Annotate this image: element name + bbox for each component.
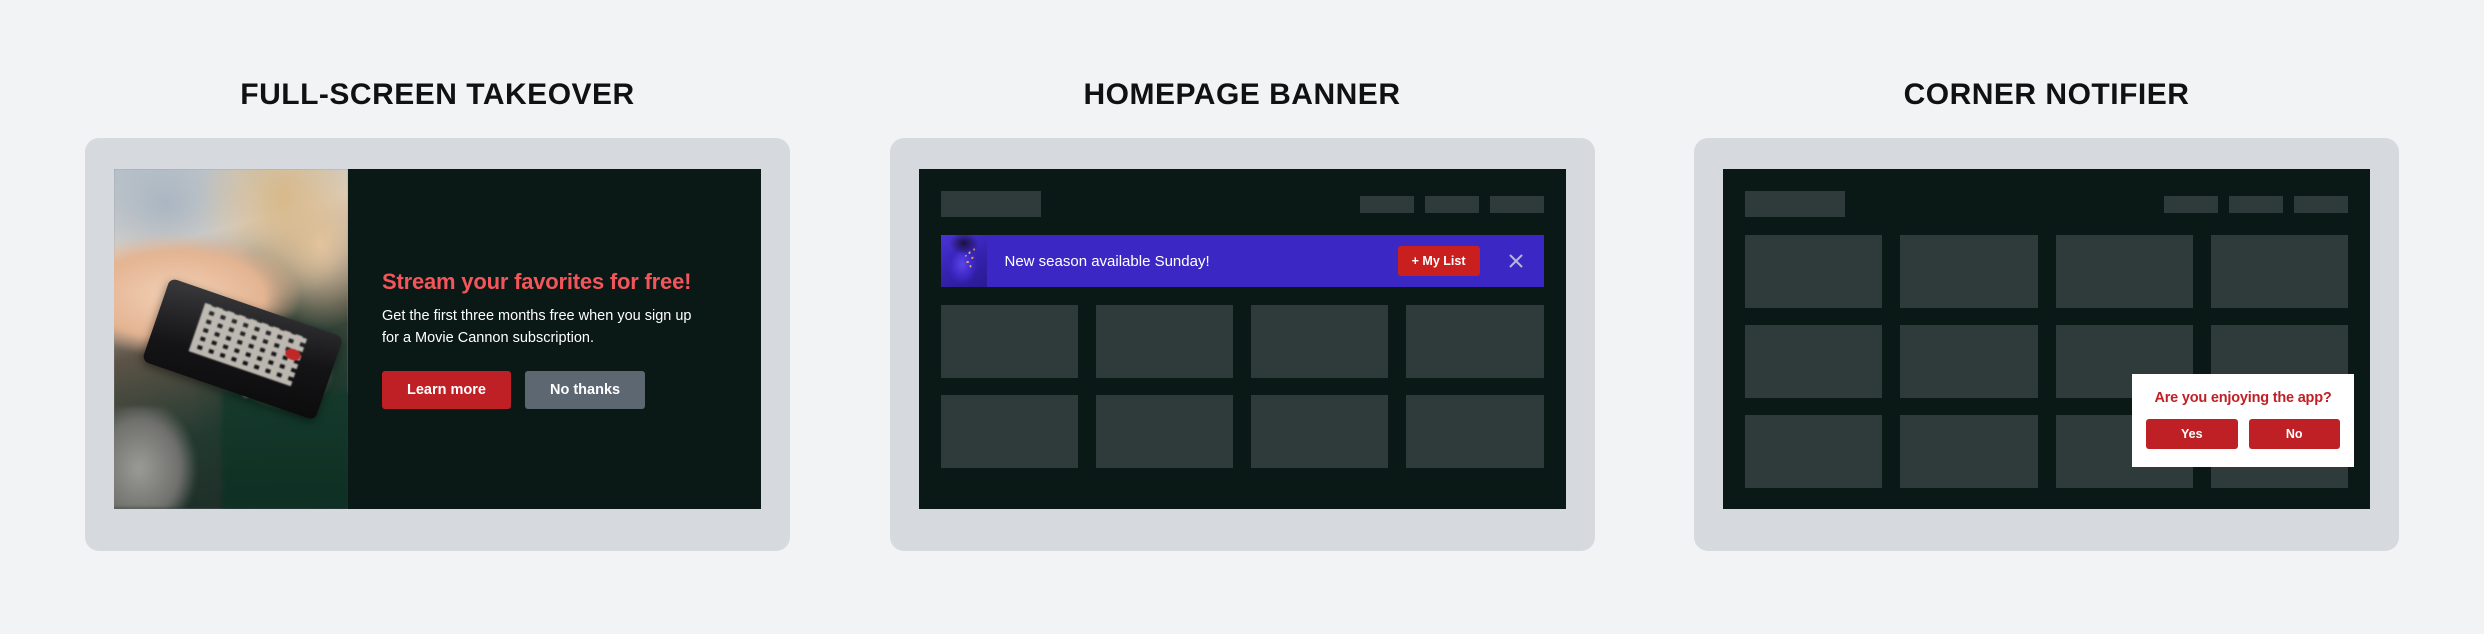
promo-banner[interactable]: New season available Sunday! + My List: [940, 235, 1544, 287]
content-tile[interactable]: [1900, 235, 2038, 308]
nav-logo-placeholder[interactable]: [940, 191, 1041, 217]
content-tile[interactable]: [1406, 305, 1544, 378]
no-thanks-button[interactable]: No thanks: [524, 370, 646, 409]
notifier-no-button[interactable]: No: [2248, 419, 2340, 449]
device-screen-takeover: Stream your favorites for free! Get the …: [114, 169, 761, 509]
learn-more-button[interactable]: Learn more: [382, 370, 511, 409]
content-tile[interactable]: [1095, 305, 1233, 378]
nav-link-placeholder[interactable]: [2294, 195, 2348, 213]
notifier-title: Are you enjoying the app?: [2154, 390, 2332, 406]
panel-full-screen-takeover: FULL-SCREEN TAKEOVER Stream your favorit…: [85, 0, 790, 634]
content-tile[interactable]: [1745, 325, 1883, 398]
panel-heading-banner: HOMEPAGE BANNER: [1083, 78, 1401, 111]
content-tile[interactable]: [1745, 415, 1883, 488]
takeover-actions: Learn more No thanks: [382, 370, 727, 409]
content-tile[interactable]: [940, 395, 1078, 468]
content-tile[interactable]: [1095, 395, 1233, 468]
promo-banner-message: New season available Sunday!: [1004, 252, 1210, 270]
close-icon[interactable]: [1500, 253, 1532, 269]
nav-links: [1359, 195, 1544, 213]
mock-nav-notifier: [1745, 191, 2348, 217]
mock-content-grid-banner: [940, 305, 1544, 468]
photo-sweater: [114, 407, 199, 509]
content-tile[interactable]: [1406, 395, 1544, 468]
promo-avatar: [940, 235, 987, 287]
device-screen-notifier: Are you enjoying the app? Yes No: [1723, 169, 2370, 509]
mock-app-banner: New season available Sunday! + My List: [919, 169, 1566, 509]
content-tile[interactable]: [1251, 395, 1389, 468]
device-screen-banner: New season available Sunday! + My List: [918, 169, 1566, 509]
notifier-yes-button[interactable]: Yes: [2146, 419, 2238, 449]
takeover-copy: Stream your favorites for free! Get the …: [348, 169, 761, 509]
takeover-body-text: Get the first three months free when you…: [382, 308, 692, 346]
nav-links: [2164, 195, 2348, 213]
corner-notifier-dialog: Are you enjoying the app? Yes No: [2132, 374, 2354, 467]
nav-link-placeholder[interactable]: [2164, 195, 2218, 213]
takeover-title: Stream your favorites for free!: [382, 269, 692, 295]
content-tile[interactable]: [1745, 235, 1883, 308]
content-tile[interactable]: [2210, 235, 2348, 308]
panel-board: FULL-SCREEN TAKEOVER Stream your favorit…: [0, 0, 2484, 634]
takeover-photo: [114, 169, 348, 509]
panel-heading-notifier: CORNER NOTIFIER: [1903, 78, 2190, 111]
device-frame-banner: New season available Sunday! + My List: [889, 138, 1595, 551]
nav-link-placeholder[interactable]: [2229, 195, 2283, 213]
notifier-actions: Yes No: [2146, 419, 2340, 449]
device-frame-takeover: Stream your favorites for free! Get the …: [85, 138, 790, 551]
takeover-modal: Stream your favorites for free! Get the …: [114, 169, 761, 509]
panel-heading-takeover: FULL-SCREEN TAKEOVER: [240, 78, 635, 111]
device-frame-notifier: Are you enjoying the app? Yes No: [1694, 138, 2399, 551]
nav-link-placeholder[interactable]: [1489, 195, 1544, 213]
promo-avatar-glitter: [940, 235, 987, 287]
nav-logo-placeholder[interactable]: [1745, 191, 1845, 217]
mock-nav-banner: [940, 191, 1544, 217]
panel-homepage-banner: HOMEPAGE BANNER New season available Sun…: [889, 0, 1595, 634]
panel-corner-notifier: CORNER NOTIFIER Are you enjoying the app…: [1694, 0, 2399, 634]
nav-link-placeholder[interactable]: [1359, 195, 1414, 213]
content-tile[interactable]: [1900, 415, 2038, 488]
content-tile[interactable]: [1900, 325, 2038, 398]
content-tile[interactable]: [2055, 235, 2193, 308]
content-tile[interactable]: [940, 305, 1078, 378]
add-to-my-list-button[interactable]: + My List: [1397, 246, 1480, 276]
content-tile[interactable]: [1251, 305, 1389, 378]
nav-link-placeholder[interactable]: [1424, 195, 1479, 213]
